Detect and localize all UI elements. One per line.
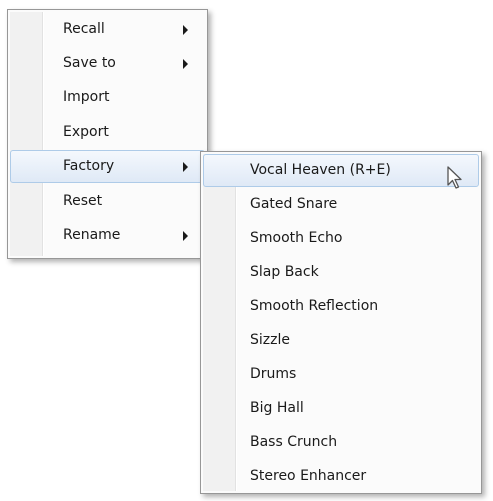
menu-item-save-to[interactable]: Save to	[10, 47, 205, 80]
submenu-arrow-icon	[183, 231, 188, 241]
preset-smooth-echo[interactable]: Smooth Echo	[203, 222, 479, 255]
context-menu: Recall Save to Import Export Factory Res…	[7, 9, 208, 259]
preset-gated-snare[interactable]: Gated Snare	[203, 188, 479, 221]
preset-smooth-reflection[interactable]: Smooth Reflection	[203, 290, 479, 323]
menu-item-label: Rename	[63, 227, 121, 243]
arrow-pointer-icon	[447, 166, 462, 189]
menu-item-label: Big Hall	[250, 400, 304, 416]
menu-item-label: Import	[63, 89, 110, 105]
menu-item-label: Smooth Echo	[250, 230, 343, 246]
preset-bass-crunch[interactable]: Bass Crunch	[203, 426, 479, 459]
menu-item-rename[interactable]: Rename	[10, 219, 205, 252]
menu-item-export[interactable]: Export	[10, 116, 205, 149]
menu-item-label: Slap Back	[250, 264, 319, 280]
menu-item-label: Factory	[63, 158, 115, 174]
preset-vocal-heaven[interactable]: Vocal Heaven (R+E)	[203, 154, 479, 187]
menu-item-recall[interactable]: Recall	[10, 13, 205, 46]
menu-item-label: Sizzle	[250, 332, 290, 348]
menu-item-label: Vocal Heaven (R+E)	[250, 162, 391, 178]
preset-sizzle[interactable]: Sizzle	[203, 324, 479, 357]
submenu-arrow-icon	[183, 59, 188, 69]
menu-item-label: Reset	[63, 193, 103, 209]
factory-submenu: Vocal Heaven (R+E) Gated Snare Smooth Ec…	[200, 151, 482, 494]
submenu-arrow-icon	[183, 162, 188, 172]
preset-stereo-enhancer[interactable]: Stereo Enhancer	[203, 460, 479, 493]
menu-item-import[interactable]: Import	[10, 81, 205, 114]
preset-slap-back[interactable]: Slap Back	[203, 256, 479, 289]
menu-item-label: Stereo Enhancer	[250, 468, 367, 484]
menu-item-reset[interactable]: Reset	[10, 185, 205, 218]
submenu-arrow-icon	[183, 25, 188, 35]
preset-drums[interactable]: Drums	[203, 358, 479, 391]
preset-big-hall[interactable]: Big Hall	[203, 392, 479, 425]
menu-item-label: Smooth Reflection	[250, 298, 379, 314]
menu-item-label: Save to	[63, 55, 116, 71]
menu-item-label: Drums	[250, 366, 297, 382]
menu-item-label: Bass Crunch	[250, 434, 338, 450]
menu-item-factory[interactable]: Factory	[10, 150, 205, 183]
menu-item-label: Export	[63, 124, 109, 140]
menu-item-label: Gated Snare	[250, 196, 338, 212]
menu-item-label: Recall	[63, 21, 105, 37]
